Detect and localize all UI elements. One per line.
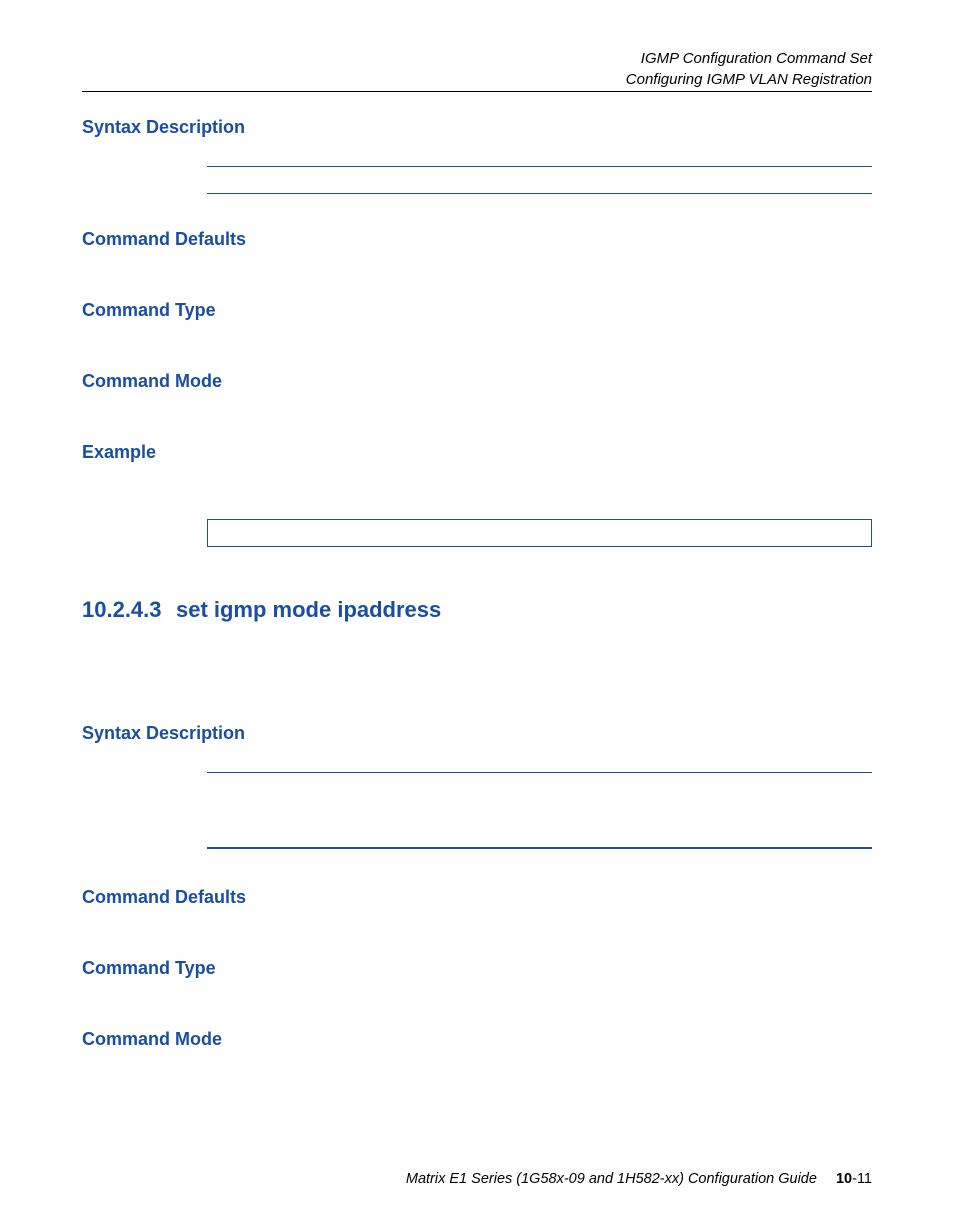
syntax-table-row [207, 847, 872, 849]
page-header: IGMP Configuration Command Set Configuri… [82, 50, 872, 92]
header-section-title: IGMP Configuration Command Set [82, 50, 872, 67]
command-defaults-heading: Command Defaults [82, 229, 872, 250]
syntax-description-heading-2: Syntax Description [82, 723, 872, 744]
header-divider [82, 91, 872, 92]
command-mode-heading: Command Mode [82, 371, 872, 392]
syntax-table-2 [207, 772, 872, 849]
command-mode-heading-2: Command Mode [82, 1029, 872, 1050]
syntax-table-row [207, 166, 872, 194]
syntax-table [207, 166, 872, 194]
command-defaults-heading-2: Command Defaults [82, 887, 872, 908]
command-type-heading: Command Type [82, 300, 872, 321]
command-title: set igmp mode ipaddress [176, 597, 441, 622]
command-heading: 10.2.4.3 set igmp mode ipaddress [82, 597, 872, 623]
header-subsection-title: Configuring IGMP VLAN Registration [82, 71, 872, 88]
command-section-number: 10.2.4.3 [82, 597, 162, 622]
footer-page-number: 10-11 [836, 1171, 872, 1187]
command-type-heading-2: Command Type [82, 958, 872, 979]
footer-guide-name: Matrix E1 Series (1G58x-09 and 1H582-xx)… [406, 1171, 817, 1187]
page-footer: Matrix E1 Series (1G58x-09 and 1H582-xx)… [82, 1171, 872, 1187]
syntax-table-row [207, 772, 872, 847]
footer-page-sep: -11 [852, 1171, 872, 1187]
example-code-box [207, 519, 872, 547]
footer-page-chapter: 10 [836, 1171, 852, 1187]
syntax-description-heading: Syntax Description [82, 117, 872, 138]
example-heading: Example [82, 442, 872, 463]
